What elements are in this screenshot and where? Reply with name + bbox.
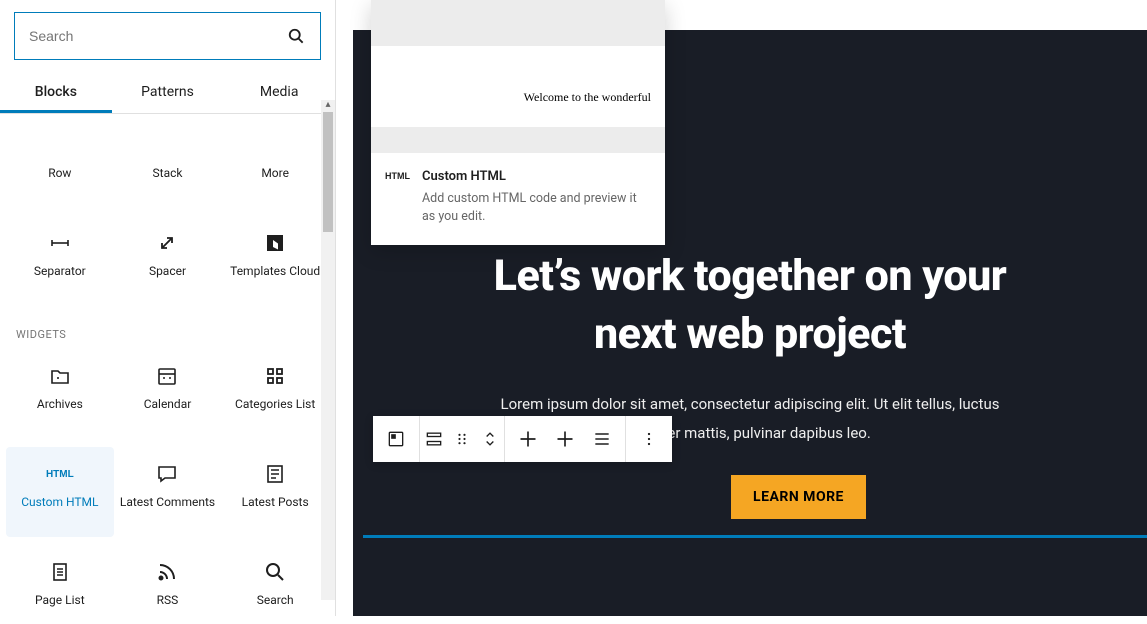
block-label: Archives <box>37 397 83 413</box>
block-archives[interactable]: Archives <box>6 349 114 439</box>
block-label: Categories List <box>235 397 315 413</box>
tab-patterns[interactable]: Patterns <box>112 72 224 113</box>
block-label: RSS <box>157 593 179 609</box>
inserter-tabs: Blocks Patterns Media <box>0 72 335 114</box>
block-type-button[interactable] <box>373 416 419 462</box>
block-label: Spacer <box>149 264 186 280</box>
block-label: Templates Cloud <box>230 264 320 280</box>
html-icon: HTML <box>46 461 74 487</box>
block-templates-cloud[interactable]: Templates Cloud <box>221 216 329 306</box>
widgets-heading: WIDGETS <box>0 310 335 345</box>
block-page-list[interactable]: Page List <box>6 545 114 624</box>
block-custom-html[interactable]: HTML Custom HTML <box>6 447 114 537</box>
block-categories-list[interactable]: Categories List <box>221 349 329 439</box>
block-latest-posts[interactable]: Latest Posts <box>221 447 329 537</box>
align-button[interactable] <box>579 416 625 462</box>
search-input[interactable] <box>29 28 286 44</box>
cta-button[interactable]: LEARN MORE <box>731 475 866 519</box>
block-label: Search <box>257 593 294 609</box>
archives-icon <box>48 363 72 389</box>
scroll-up-icon[interactable]: ▴ <box>323 99 333 109</box>
block-rss[interactable]: RSS <box>114 545 222 624</box>
search-block-icon <box>263 559 287 585</box>
block-label: Row <box>48 166 71 182</box>
drag-handle[interactable] <box>448 416 476 462</box>
block-preview-popover: Welcome to the wonderful HTML Custom HTM… <box>371 0 665 245</box>
full-align-button[interactable] <box>551 416 579 462</box>
block-stack[interactable]: Stack <box>114 118 222 208</box>
block-label: Latest Posts <box>242 495 309 511</box>
hero-title-line1: Let’s work together on your <box>494 251 1007 301</box>
categories-icon <box>263 363 287 389</box>
preview-block-desc: Add custom HTML code and preview it as y… <box>422 190 651 225</box>
more-options-button[interactable] <box>626 416 672 462</box>
block-label: Separator <box>34 264 86 280</box>
separator-icon <box>48 230 72 256</box>
search-input-wrapper[interactable] <box>14 12 321 60</box>
block-spacer[interactable]: Spacer <box>114 216 222 306</box>
html-icon: HTML <box>385 171 410 181</box>
comments-icon <box>155 461 179 487</box>
scrollbar-thumb[interactable] <box>323 112 333 232</box>
tab-blocks[interactable]: Blocks <box>0 72 112 113</box>
block-label: Latest Comments <box>120 495 215 511</box>
templates-cloud-icon <box>263 230 287 256</box>
block-separator[interactable]: Separator <box>6 216 114 306</box>
hero-title[interactable]: Let’s work together on your next web pro… <box>353 247 1147 363</box>
block-latest-comments[interactable]: Latest Comments <box>114 447 222 537</box>
hero-title-line2: next web project <box>594 309 906 359</box>
preview-welcome-text: Welcome to the wonderful <box>524 90 651 105</box>
block-preview-mock: Welcome to the wonderful <box>371 0 665 153</box>
block-inserter-panel: Blocks Patterns Media Row Stack More <box>0 0 336 616</box>
wide-align-button[interactable] <box>505 416 551 462</box>
preview-block-name: Custom HTML <box>422 169 651 184</box>
page-list-icon <box>48 559 72 585</box>
hero-sub-line1: Lorem ipsum dolor sit amet, consectetur … <box>501 395 1000 413</box>
spacer-icon <box>155 230 179 256</box>
block-label: Stack <box>153 166 183 182</box>
block-calendar[interactable]: Calendar <box>114 349 222 439</box>
calendar-icon <box>155 363 179 389</box>
block-label: Calendar <box>144 397 192 413</box>
block-search[interactable]: Search <box>221 545 329 624</box>
tab-media[interactable]: Media <box>223 72 335 113</box>
select-parent-button[interactable] <box>420 416 448 462</box>
selected-block-outline <box>363 535 1147 538</box>
block-label: More <box>261 166 289 182</box>
posts-icon <box>263 461 287 487</box>
block-more[interactable]: More <box>221 118 329 208</box>
scrollbar[interactable]: ▴ <box>321 100 335 600</box>
block-label: Page List <box>35 593 85 609</box>
rss-icon <box>155 559 179 585</box>
block-row[interactable]: Row <box>6 118 114 208</box>
block-toolbar <box>373 416 672 462</box>
move-updown-button[interactable] <box>476 416 504 462</box>
search-icon <box>286 26 306 46</box>
block-label: Custom HTML <box>21 495 98 511</box>
